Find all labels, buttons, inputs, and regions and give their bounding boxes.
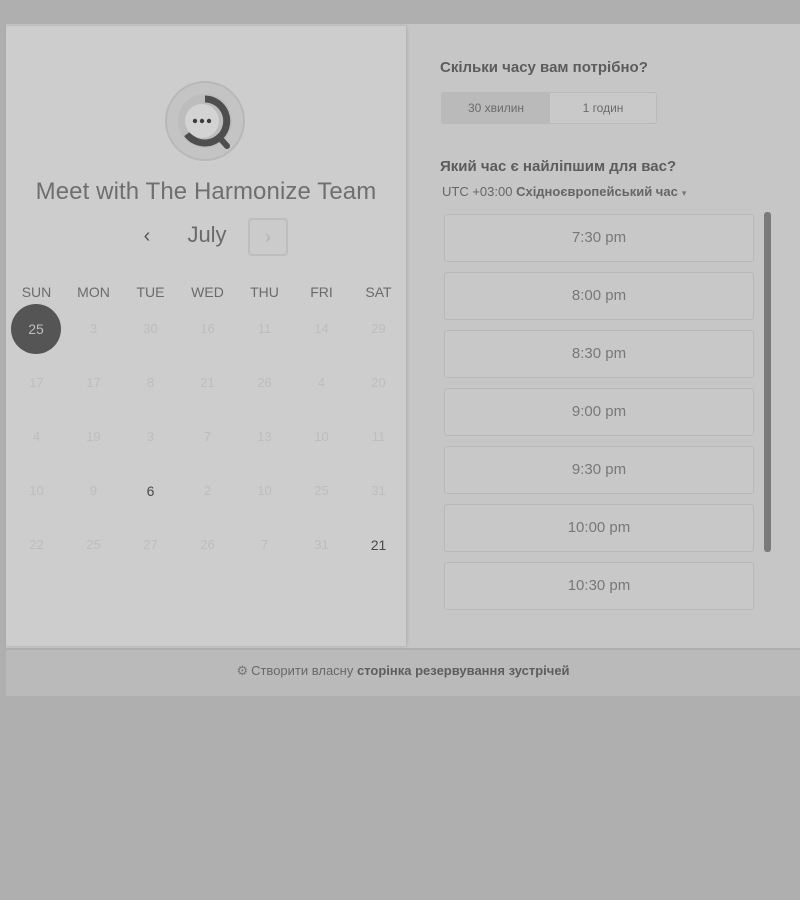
- timezone-selector[interactable]: UTC +03:00 Східноєвропейський час ▾: [442, 184, 686, 199]
- scrollbar[interactable]: [764, 212, 771, 552]
- calendar-day: 30: [143, 321, 158, 336]
- weekday-header: SUN MON TUE WED THU FRI SAT: [6, 284, 406, 304]
- weekday-0: SUN: [21, 284, 52, 300]
- calendar-day: 20: [371, 375, 386, 390]
- weekday-4: THU: [250, 284, 279, 300]
- time-selection-panel: Скільки часу вам потрібно? 30 хвилин 1 г…: [412, 26, 800, 646]
- calendar-day[interactable]: 6: [122, 464, 179, 518]
- time-slot-button[interactable]: 9:00 pm: [444, 388, 754, 436]
- time-slot-list: 7:30 pm 8:00 pm 8:30 pm 9:00 pm 9:30 pm 10:00…: [444, 214, 756, 610]
- meeting-title: Meet with The Harmonize Team: [35, 178, 377, 205]
- calendar-day: 25: [314, 483, 329, 498]
- timezone-name: Східноєвропейський час: [516, 184, 678, 199]
- calendar-day: 2: [203, 483, 212, 498]
- weekday-2: TUE: [136, 284, 165, 300]
- calendar-day: 10: [314, 429, 329, 444]
- calendar-day: 7: [260, 537, 269, 552]
- calendar-day: 4: [317, 375, 326, 390]
- time-slot-button[interactable]: 8:30 pm: [444, 330, 754, 378]
- prev-month-chevron-icon[interactable]: ‹: [134, 224, 160, 250]
- calendar-day: 4: [32, 429, 41, 444]
- calendar-day: 21: [200, 375, 215, 390]
- calendar-day: 25: [86, 537, 101, 552]
- next-month-chevron-icon[interactable]: ›: [248, 218, 288, 256]
- calendar-day: 13: [257, 429, 272, 444]
- weekday-3: WED: [191, 284, 224, 300]
- calendar-day: 11: [371, 429, 386, 444]
- calendar-day: 10: [29, 483, 44, 498]
- duration-question: Скільки часу вам потрібно?: [440, 59, 648, 76]
- selected-day[interactable]: 25: [11, 304, 61, 354]
- meetings-widget: Meet with The Harmonize Team ‹ July › SU…: [6, 24, 800, 648]
- calendar-day: 14: [314, 321, 329, 336]
- calendar-day: 31: [371, 483, 386, 498]
- footer-prefix: Створити власну: [251, 663, 354, 678]
- calendar-day: 16: [200, 321, 215, 336]
- chat-bubble-logo-icon: [165, 81, 245, 161]
- calendar-day: 17: [29, 375, 44, 390]
- calendar-day: 26: [257, 375, 272, 390]
- calendar-day: 27: [143, 537, 158, 552]
- create-booking-page-link[interactable]: сторінка резервування зустрічей: [357, 663, 570, 678]
- calendar-day: 9: [89, 483, 98, 498]
- duration-30-min-button[interactable]: 30 хвилин: [442, 93, 551, 123]
- calendar-day[interactable]: 25: [8, 302, 65, 356]
- calendar-day: 3: [146, 429, 155, 444]
- hubspot-sprocket-icon: ⚙: [236, 663, 249, 678]
- footer-banner: ⚙ Створити власну сторінка резервування з…: [6, 650, 800, 696]
- calendar-panel: Meet with The Harmonize Team ‹ July › SU…: [6, 26, 406, 646]
- calendar-day: 22: [29, 537, 44, 552]
- time-question: Який час є найліпшим для вас?: [440, 158, 677, 175]
- weekday-5: FRI: [310, 284, 333, 300]
- time-slot-button[interactable]: 8:00 pm: [444, 272, 754, 320]
- calendar-day: 26: [200, 537, 215, 552]
- calendar-day: 31: [314, 537, 329, 552]
- time-slot-button[interactable]: 7:30 pm: [444, 214, 754, 262]
- time-slot-button[interactable]: 10:30 pm: [444, 562, 754, 610]
- calendar-day: 11: [257, 321, 272, 336]
- calendar-day: 7: [203, 429, 212, 444]
- duration-1-hour-button[interactable]: 1 годин: [550, 93, 656, 123]
- weekday-6: SAT: [365, 284, 392, 300]
- weekday-1: MON: [77, 284, 110, 300]
- timezone-offset: UTC +03:00: [442, 184, 513, 199]
- calendar-day: 3: [89, 321, 98, 336]
- calendar-day[interactable]: 21: [350, 518, 407, 572]
- month-label: July: [187, 222, 227, 247]
- month-navigation: ‹ July ›: [6, 216, 406, 260]
- chevron-down-icon: ▾: [681, 188, 687, 198]
- calendar-day: 8: [146, 375, 155, 390]
- duration-toggle: 30 хвилин 1 годин: [441, 92, 657, 124]
- time-slot-button[interactable]: 10:00 pm: [444, 504, 754, 552]
- time-slot-button[interactable]: 9:30 pm: [444, 446, 754, 494]
- calendar-day: 19: [86, 429, 101, 444]
- calendar-day: 10: [257, 483, 272, 498]
- calendar-day: 29: [371, 321, 386, 336]
- calendar-day: 17: [86, 375, 101, 390]
